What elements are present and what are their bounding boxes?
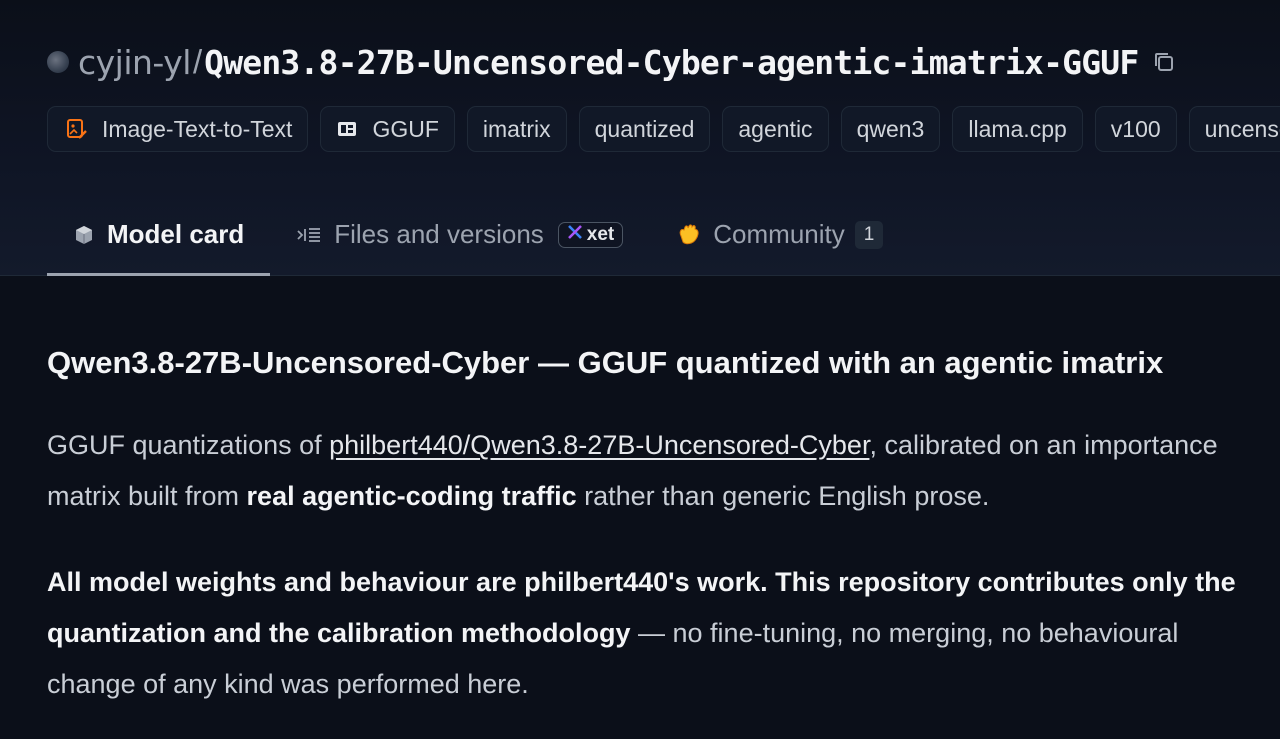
repo-tabs: Model card Files and versions xet Commun…	[47, 200, 909, 276]
community-count-badge: 1	[854, 220, 884, 249]
tag-label: uncenso	[1204, 115, 1280, 142]
tab-label: Files and versions	[334, 219, 544, 249]
tag-label: qwen3	[856, 115, 925, 142]
repo-title: cyjin-yl / Qwen3.8-27B-Uncensored-Cyber-…	[47, 38, 1176, 86]
repo-header: cyjin-yl / Qwen3.8-27B-Uncensored-Cyber-…	[0, 0, 1280, 276]
tag-label: v100	[1110, 115, 1161, 142]
model-card-content: Qwen3.8-27B-Uncensored-Cyber — GGUF quan…	[47, 336, 1247, 710]
tag-label: GGUF	[372, 115, 439, 142]
tag-qwen3[interactable]: qwen3	[840, 106, 941, 152]
intro-prefix: GGUF quantizations of	[47, 430, 330, 460]
tab-label: Model card	[107, 219, 245, 249]
tag-v100[interactable]: v100	[1094, 106, 1177, 152]
owner-avatar[interactable]	[47, 51, 69, 73]
tag-image-text-to-text[interactable]: Image-Text-to-Text	[47, 106, 309, 152]
intro-emphasis: real agentic-coding traffic	[246, 481, 577, 511]
tag-uncensored[interactable]: uncenso	[1188, 106, 1280, 152]
image-text-icon	[66, 118, 88, 140]
xet-icon	[567, 224, 583, 246]
source-model-link[interactable]: philbert440/Qwen3.8-27B-Uncensored-Cyber	[329, 430, 869, 460]
tag-quantized[interactable]: quantized	[578, 106, 711, 152]
repo-owner-link[interactable]: cyjin-yl	[78, 43, 191, 82]
tag-list: Image-Text-to-Text GGUF imatrix quantize…	[47, 106, 1280, 154]
model-card-heading: Qwen3.8-27B-Uncensored-Cyber — GGUF quan…	[47, 345, 1164, 380]
intro-paragraph: GGUF quantizations of philbert440/Qwen3.…	[47, 420, 1247, 522]
tag-label: agentic	[738, 115, 813, 142]
tab-community[interactable]: Community 1	[649, 200, 909, 275]
tab-model-card[interactable]: Model card	[47, 200, 271, 276]
community-icon	[675, 222, 701, 248]
tag-label: imatrix	[482, 115, 551, 142]
tag-gguf[interactable]: GGUF	[320, 106, 455, 152]
xet-label: xet	[586, 223, 615, 245]
tag-imatrix[interactable]: imatrix	[466, 106, 567, 152]
tag-label: llama.cpp	[968, 115, 1067, 142]
intro-suffix: rather than generic English prose.	[576, 481, 990, 511]
tag-label: quantized	[594, 115, 695, 142]
cube-icon	[73, 224, 95, 246]
tab-files-and-versions[interactable]: Files and versions xet	[270, 200, 649, 275]
files-icon	[296, 224, 322, 246]
gguf-icon	[336, 118, 358, 140]
tag-llama-cpp[interactable]: llama.cpp	[952, 106, 1083, 152]
copy-icon[interactable]	[1152, 50, 1176, 74]
repo-separator: /	[192, 43, 203, 80]
xet-badge: xet	[557, 221, 624, 248]
tag-agentic[interactable]: agentic	[722, 106, 829, 152]
attribution-paragraph: All model weights and behaviour are phil…	[47, 557, 1247, 710]
repo-name-link[interactable]: Qwen3.8-27B-Uncensored-Cyber-agentic-ima…	[204, 43, 1139, 82]
tag-label: Image-Text-to-Text	[102, 115, 293, 142]
tab-label: Community	[713, 219, 845, 249]
